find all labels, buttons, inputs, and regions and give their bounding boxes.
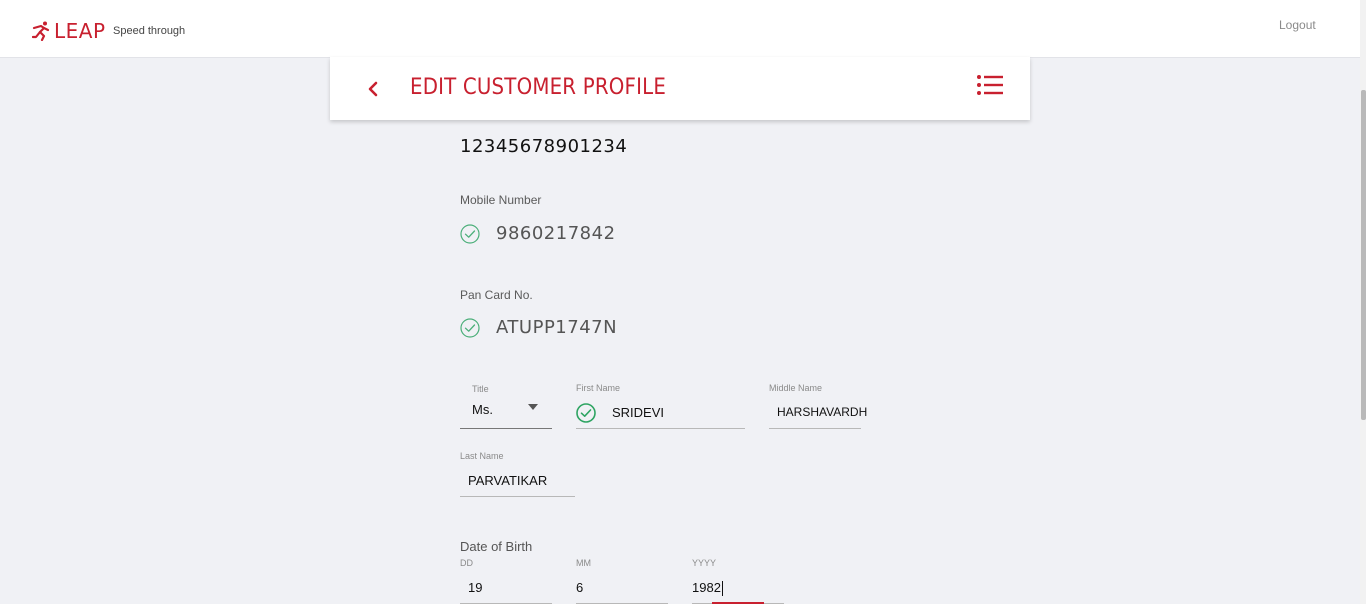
dob-year-label: YYYY [692, 558, 717, 568]
check-circle-icon [460, 223, 480, 244]
list-menu-icon[interactable] [976, 73, 1004, 97]
dob-year-value: 1982 [692, 580, 721, 595]
dob-month-label: MM [576, 558, 591, 568]
top-bar: LEAP Speed through Logout [0, 0, 1360, 58]
middle-name-value: HARSHAVARDH [777, 405, 868, 419]
title-select[interactable]: Title Ms. [460, 384, 552, 430]
check-circle-icon [576, 403, 596, 423]
first-name-field[interactable]: First Name SRIDEVI [576, 383, 745, 429]
logo-text: LEAP [54, 19, 106, 43]
title-value: Ms. [472, 402, 493, 417]
tagline: Speed through [113, 25, 186, 37]
middle-name-field[interactable]: Middle Name HARSHAVARDH [769, 383, 867, 429]
title-label: Title [472, 384, 489, 394]
pan-card-label: Pan Card No. [460, 288, 533, 302]
page-title: EDIT CUSTOMER PROFILE [410, 75, 667, 100]
mobile-number-row: 9860217842 [460, 223, 616, 244]
leap-logo[interactable]: LEAP [32, 20, 106, 42]
logout-link[interactable]: Logout [1279, 18, 1316, 32]
dob-month-value: 6 [576, 580, 584, 595]
pan-card-row: ATUPP1747N [460, 317, 617, 338]
mobile-number-label: Mobile Number [460, 193, 542, 207]
dob-month-field[interactable]: MM 6 [576, 558, 668, 604]
scrollbar-thumb[interactable] [1361, 90, 1366, 420]
date-of-birth-label: Date of Birth [460, 539, 533, 554]
middle-name-label: Middle Name [769, 383, 823, 393]
page-header: EDIT CUSTOMER PROFILE [330, 57, 1030, 120]
pan-card-value: ATUPP1747N [496, 317, 618, 338]
dob-day-value: 19 [468, 580, 483, 595]
check-circle-icon [460, 317, 480, 338]
chevron-left-icon[interactable] [364, 77, 384, 101]
last-name-label: Last Name [460, 451, 504, 461]
mobile-number-value: 9860217842 [496, 223, 616, 244]
dob-year-field[interactable]: YYYY 1982 [692, 558, 784, 604]
last-name-value: PARVATIKAR [468, 473, 548, 488]
dob-day-field[interactable]: DD 19 [460, 558, 552, 604]
running-man-icon [32, 21, 50, 41]
dob-year-value-wrap: 1982 [692, 580, 723, 597]
account-number: 12345678901234 [460, 136, 628, 157]
dropdown-arrow-icon[interactable] [527, 403, 539, 411]
dob-day-label: DD [460, 558, 473, 568]
last-name-field[interactable]: Last Name PARVATIKAR [460, 451, 575, 497]
first-name-value: SRIDEVI [612, 405, 665, 420]
first-name-label: First Name [576, 383, 621, 393]
text-cursor [721, 581, 723, 597]
